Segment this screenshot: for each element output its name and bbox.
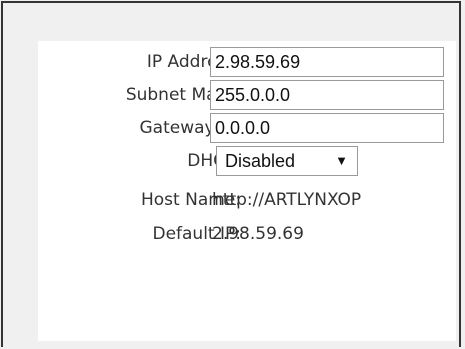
default-ip-row: Default IP: 2.98.59.69 xyxy=(38,216,456,252)
subnet-mask-row: Subnet Mask: xyxy=(38,77,456,113)
gateway-ip-input[interactable] xyxy=(210,113,444,143)
gateway-ip-row: Gateway IP: xyxy=(38,110,456,146)
settings-frame: IP Address: Subnet Mask: Gateway IP: DHC… xyxy=(1,1,461,347)
dhcp-row: DHCP: Disabled ▼ xyxy=(38,143,456,179)
dropdown-arrow-icon: ▼ xyxy=(335,153,348,168)
dhcp-select[interactable]: Disabled ▼ xyxy=(216,146,358,176)
host-name-value: http://ARTLYNXOP xyxy=(212,190,362,210)
ip-address-row: IP Address: xyxy=(38,44,456,80)
default-ip-value: 2.98.59.69 xyxy=(212,224,304,244)
ip-address-input[interactable] xyxy=(210,47,444,77)
subnet-mask-input[interactable] xyxy=(210,80,444,110)
host-name-row: Host Name: http://ARTLYNXOP xyxy=(38,182,456,218)
dhcp-selected-value: Disabled xyxy=(225,151,296,171)
network-settings-panel: IP Address: Subnet Mask: Gateway IP: DHC… xyxy=(38,41,456,341)
